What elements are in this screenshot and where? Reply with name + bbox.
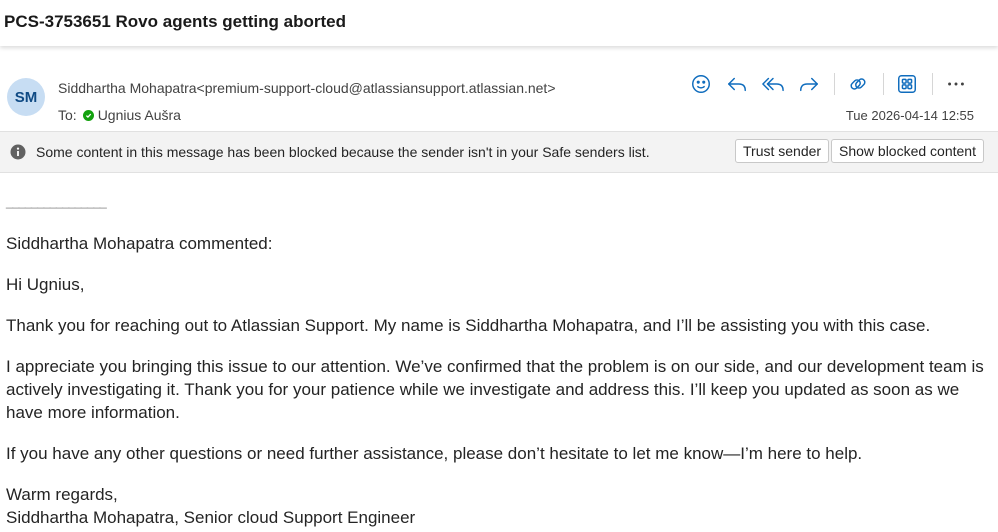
- sender-email[interactable]: <premium-support-cloud@atlassiansupport.…: [197, 80, 556, 96]
- forward-icon: [800, 77, 818, 92]
- emoji-reaction-button[interactable]: [686, 70, 716, 98]
- to-label: To:: [58, 107, 77, 123]
- signature: Siddhartha Mohapatra, Senior cloud Suppo…: [6, 508, 416, 527]
- reply-button[interactable]: [722, 70, 752, 98]
- link-icon: [850, 78, 866, 90]
- reply-icon: [728, 77, 746, 92]
- received-date: Tue 2026-04-14 12:55: [845, 108, 974, 123]
- trust-sender-button[interactable]: Trust sender: [735, 139, 830, 163]
- reply-all-button[interactable]: [758, 70, 788, 98]
- emoji-icon: [692, 75, 710, 93]
- avatar[interactable]: SM: [7, 78, 45, 116]
- toolbar-separator: [883, 73, 884, 95]
- message-actions: [686, 70, 977, 98]
- email-subject: PCS-3753651 Rovo agents getting aborted: [4, 12, 346, 31]
- recipient-name[interactable]: Ugnius Aušra: [98, 107, 181, 123]
- more-options-button[interactable]: [941, 70, 971, 98]
- presence-available-icon: [82, 109, 94, 121]
- banner-message: Some content in this message has been bl…: [36, 144, 650, 160]
- greeting: Hi Ugnius,: [6, 275, 85, 294]
- paragraph-intro: Thank you for reaching out to Atlassian …: [6, 316, 931, 335]
- apps-button[interactable]: [892, 70, 922, 98]
- message-body: ________________ Siddhartha Mohapatra co…: [6, 190, 991, 529]
- comment-header: Siddhartha Mohapatra commented:: [6, 234, 273, 253]
- toolbar-separator: [932, 73, 933, 95]
- link-button[interactable]: [843, 70, 873, 98]
- forward-button[interactable]: [794, 70, 824, 98]
- paragraph-help: If you have any other questions or need …: [6, 444, 863, 463]
- sender-name[interactable]: Siddhartha Mohapatra: [58, 80, 197, 96]
- more-icon: [948, 82, 964, 86]
- reply-all-icon: [762, 77, 784, 92]
- closing: Warm regards,: [6, 485, 118, 504]
- subject-bar: PCS-3753651 Rovo agents getting aborted: [0, 0, 998, 46]
- apps-icon: [898, 75, 916, 93]
- from-line: Siddhartha Mohapatra<premium-support-clo…: [58, 80, 556, 96]
- blocked-content-banner: Some content in this message has been bl…: [0, 131, 998, 173]
- to-line: To: Ugnius Aušra: [58, 107, 181, 123]
- info-icon: [10, 144, 26, 160]
- toolbar-separator: [834, 73, 835, 95]
- body-divider: ________________: [6, 194, 107, 209]
- show-blocked-content-button[interactable]: Show blocked content: [831, 139, 984, 163]
- paragraph-status: I appreciate you bringing this issue to …: [6, 357, 984, 422]
